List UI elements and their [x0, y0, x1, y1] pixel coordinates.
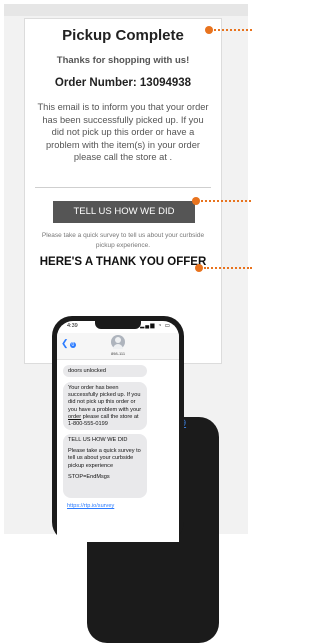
- contact-avatar[interactable]: [111, 335, 125, 349]
- email-title: Pickup Complete: [62, 27, 184, 44]
- callout-dot: [195, 264, 203, 272]
- callout-dot: [192, 197, 200, 205]
- message-text: Your order has been successfully picked …: [68, 385, 142, 413]
- status-time: 4:39: [67, 323, 78, 329]
- signal-wifi-battery-icon: ▂▄▆ ◔ ▭: [140, 323, 171, 329]
- survey-note: Please take a quick survey to tell us ab…: [41, 232, 205, 249]
- callout-line: [201, 200, 251, 202]
- message-bubble: TELL US HOW WE DID Please take a quick s…: [63, 434, 147, 498]
- back-button[interactable]: ❮ 0: [61, 338, 77, 348]
- email-body-end: .: [169, 152, 173, 162]
- order-number: Order Number: 13094938: [54, 77, 192, 89]
- callout-line: [214, 29, 252, 31]
- sms-header: ❮ 0 898-111: [57, 333, 179, 360]
- email-body: This email is to inform you that your or…: [35, 101, 219, 643]
- thank-you-offer-heading: HERE'S A THANK YOU OFFER: [39, 256, 207, 268]
- divider: [35, 187, 211, 188]
- message-line: TELL US HOW WE DID: [68, 437, 128, 443]
- tell-us-how-we-did-button[interactable]: TELL US HOW WE DID: [53, 201, 195, 223]
- thanks-text: Thanks for shopping with us!: [56, 55, 190, 66]
- message-text: doors unlocked: [68, 368, 106, 374]
- back-badge: 0: [69, 342, 77, 348]
- message-bubble: Your order has been successfully picked …: [63, 382, 147, 430]
- email-body-text: This email is to inform you that your or…: [37, 102, 209, 162]
- phone-mockup: 4:39 ▂▄▆ ◔ ▭ ❮ 0 898-111 doors unlocked Y…: [52, 316, 184, 542]
- message-line: Please take a quick survey to tell us ab…: [68, 448, 141, 469]
- message-bubble: doors unlocked: [63, 365, 147, 377]
- callout-button: [192, 197, 255, 205]
- contact-name: 898-111: [110, 351, 126, 356]
- status-bar: 4:39 ▂▄▆ ◔ ▭: [57, 323, 179, 333]
- callout-line: [204, 267, 252, 269]
- phone-screen: 4:39 ▂▄▆ ◔ ▭ ❮ 0 898-111 doors unlocked Y…: [57, 321, 179, 542]
- callout-offer: [195, 264, 255, 272]
- top-strip: [4, 4, 248, 16]
- email-panel: Pickup Complete Thanks for shopping with…: [24, 18, 222, 643]
- callout-dot: [205, 26, 213, 34]
- message-underlined-word: order: [68, 413, 82, 420]
- chevron-left-icon: ❮: [61, 338, 69, 348]
- survey-link[interactable]: https://rtp.io/survey: [67, 503, 114, 509]
- callout-title: [205, 26, 255, 34]
- message-line: STOP=EndMsgs: [68, 473, 110, 480]
